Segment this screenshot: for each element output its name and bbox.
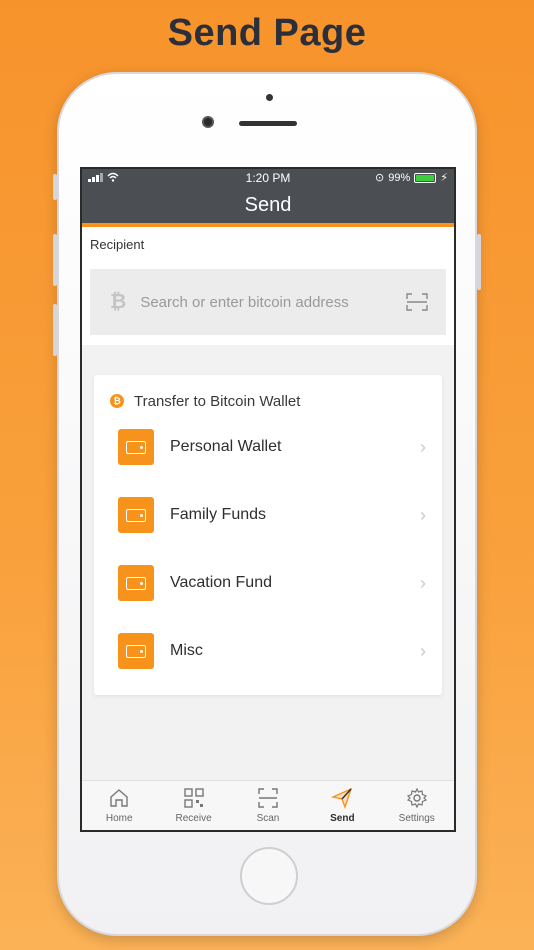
tab-bar: Home Receive Scan Send Settings [82,780,454,830]
wallet-icon [118,633,154,669]
chevron-right-icon: › [420,504,426,525]
bitcoin-icon: ₿ [110,290,127,313]
wallet-row-personal[interactable]: Personal Wallet › [94,413,442,481]
phone-frame: 1:20 PM ⊙ 99% ⚡ Send Recipient ₿ Search … [53,72,481,936]
tab-label: Home [105,813,133,824]
tab-send[interactable]: Send [307,787,377,824]
recipient-section: Recipient ₿ [82,227,454,345]
home-button[interactable] [240,847,298,905]
wallet-row-family[interactable]: Family Funds › [94,481,442,549]
wallet-row-misc[interactable]: Misc › [94,617,442,685]
battery-icon [414,172,437,183]
status-time: 1:20 PM [245,171,291,185]
page-headline: Send Page [167,12,367,54]
chevron-right-icon: › [420,572,426,593]
transfer-card: ₿ Transfer to Bitcoin Wallet Personal Wa… [94,375,442,695]
gear-icon [406,787,427,809]
volume-up-button [53,234,57,286]
proximity-sensor [266,94,273,101]
nav-bar: Send [82,187,454,227]
tab-label: Scan [256,813,280,824]
rotation-lock-icon: ⊙ [375,172,385,184]
charging-icon: ⚡ [440,172,448,184]
earpiece-speaker [239,121,297,126]
battery-percent: 99% [388,171,411,184]
wallet-name: Personal Wallet [170,438,282,455]
status-bar: 1:20 PM ⊙ 99% ⚡ [82,169,454,187]
transfer-title: Transfer to Bitcoin Wallet [134,392,301,410]
chevron-right-icon: › [420,436,426,457]
tab-scan[interactable]: Scan [233,787,303,824]
front-camera [202,116,214,128]
wallet-name: Family Funds [170,506,267,523]
scan-qr-icon[interactable] [406,293,428,311]
wallet-row-vacation[interactable]: Vacation Fund › [94,549,442,617]
send-icon [331,787,353,809]
tab-home[interactable]: Home [84,787,154,824]
tab-label: Send [330,813,355,824]
wallet-name: Misc [170,642,203,659]
tab-label: Receive [175,813,212,824]
tab-settings[interactable]: Settings [382,787,452,824]
tab-receive[interactable]: Receive [159,787,229,824]
tab-label: Settings [398,813,435,824]
recipient-search-box[interactable]: ₿ [90,269,446,335]
power-button [477,234,481,290]
wallet-name: Vacation Fund [170,574,272,591]
qr-code-icon [183,788,204,808]
wallet-icon [118,429,154,465]
bitcoin-badge-icon: ₿ [110,394,124,408]
mute-switch [53,174,57,200]
signal-icon [88,172,119,182]
transfer-header: ₿ Transfer to Bitcoin Wallet [94,389,442,413]
app-screen: 1:20 PM ⊙ 99% ⚡ Send Recipient ₿ Search … [80,167,456,832]
recipient-search-input[interactable] [140,293,391,311]
volume-down-button [53,304,57,356]
home-icon [110,789,128,807]
chevron-right-icon: › [420,640,426,661]
scan-icon [258,788,278,808]
nav-title: Send [244,193,292,216]
wallet-icon [118,497,154,533]
wallet-icon [118,565,154,601]
wifi-icon [107,172,119,182]
recipient-label: Recipient [90,237,145,252]
